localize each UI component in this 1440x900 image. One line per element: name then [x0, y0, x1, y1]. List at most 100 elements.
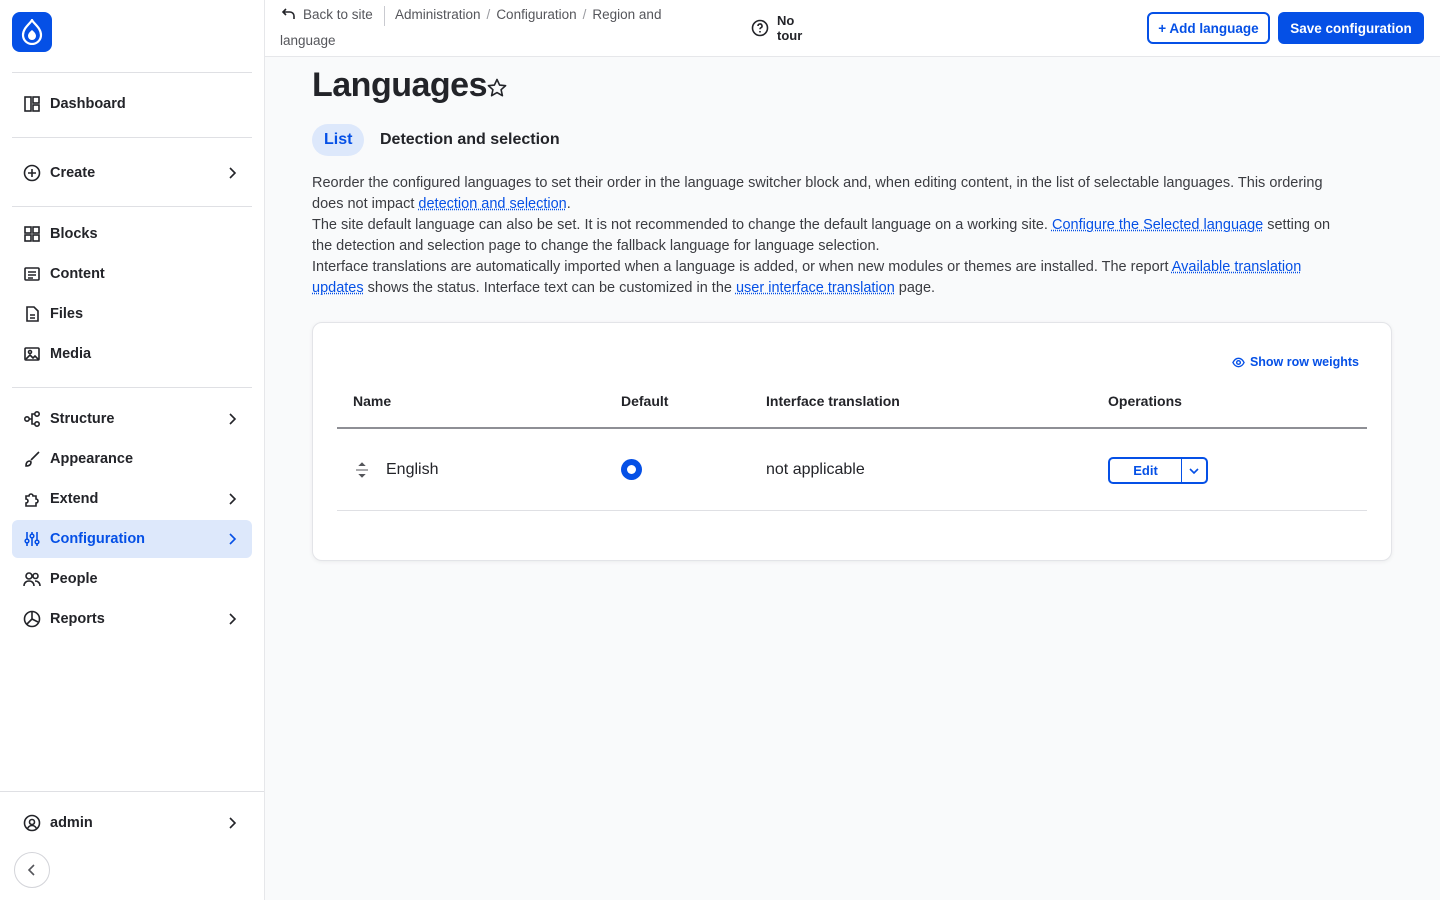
column-header-default: Default — [621, 393, 669, 409]
interface-translation-cell: not applicable — [766, 461, 865, 478]
language-name-cell: English — [386, 461, 439, 478]
sidebar-item-label: Configuration — [50, 531, 146, 547]
sidebar-item-people[interactable]: People — [12, 560, 252, 598]
tour-button[interactable]: No tour — [751, 13, 802, 43]
description-text: The site default language can also be se… — [312, 217, 1052, 233]
help-circle-icon — [751, 19, 769, 37]
configure-selected-language-link[interactable]: Configure the Selected language — [1052, 217, 1263, 233]
breadcrumb: Administration / Configuration / Region … — [395, 7, 661, 22]
sidebar-divider — [0, 791, 264, 792]
eye-icon — [1232, 357, 1245, 367]
chevron-right-icon — [229, 167, 237, 179]
sidebar-item-label: Extend — [50, 491, 99, 507]
description-text: page. — [894, 280, 936, 296]
puzzle-icon — [22, 489, 42, 509]
sidebar-item-content[interactable]: Content — [12, 255, 252, 293]
sidebar-divider — [12, 72, 252, 73]
sidebar-item-extend[interactable]: Extend — [12, 480, 252, 518]
show-row-weights-button[interactable]: Show row weights — [1232, 355, 1359, 369]
sidebar-item-reports[interactable]: Reports — [12, 600, 252, 638]
sidebar-item-blocks[interactable]: Blocks — [12, 215, 252, 253]
tour-label: No tour — [777, 13, 802, 43]
description-text: shows the status. Interface text can be … — [363, 280, 736, 296]
detection-and-selection-link[interactable]: detection and selection — [418, 196, 566, 212]
sidebar-item-label: Media — [50, 346, 92, 362]
blocks-icon — [22, 224, 42, 244]
user-interface-translation-link[interactable]: user interface translation — [736, 280, 895, 296]
tour-label-line2: tour — [777, 28, 803, 43]
dashboard-icon — [22, 94, 42, 114]
breadcrumb-item-region-and-language-wrap[interactable]: language — [280, 33, 336, 48]
add-language-button[interactable]: + Add language — [1147, 12, 1270, 44]
sidebar: Dashboard Create Blocks Content Files Me… — [0, 0, 265, 900]
sliders-icon — [22, 529, 42, 549]
sidebar-item-configuration[interactable]: Configuration — [12, 520, 252, 558]
table-header-divider — [337, 427, 1367, 429]
column-header-interface-translation: Interface translation — [766, 393, 900, 409]
edit-button[interactable]: Edit — [1110, 459, 1182, 482]
user-circle-icon — [22, 813, 42, 833]
tab-list[interactable]: List — [312, 124, 365, 156]
content-icon — [22, 264, 42, 284]
sidebar-item-files[interactable]: Files — [12, 295, 252, 333]
sidebar-user-admin[interactable]: admin — [12, 804, 252, 842]
back-arrow-icon — [281, 8, 295, 19]
operations-toggle-button[interactable] — [1182, 459, 1206, 482]
sidebar-item-label: Content — [50, 266, 105, 282]
sidebar-user-label: admin — [50, 815, 93, 831]
sidebar-item-appearance[interactable]: Appearance — [12, 440, 252, 478]
chevron-right-icon — [229, 493, 237, 505]
description-text: Interface translations are automatically… — [312, 259, 1172, 275]
sidebar-collapse-button[interactable] — [14, 852, 50, 888]
page-title: Languages — [312, 66, 487, 104]
breadcrumb-divider — [384, 6, 385, 26]
pie-chart-icon — [22, 609, 42, 629]
sidebar-item-label: Reports — [50, 611, 105, 627]
file-icon — [22, 304, 42, 324]
breadcrumb-item-administration[interactable]: Administration — [395, 7, 481, 22]
save-configuration-button[interactable]: Save configuration — [1278, 12, 1424, 44]
chevron-right-icon — [229, 413, 237, 425]
page-description: Reorder the configured languages to set … — [312, 173, 1342, 299]
sidebar-item-structure[interactable]: Structure — [12, 400, 252, 438]
sidebar-item-media[interactable]: Media — [12, 335, 252, 373]
drupal-logo[interactable] — [12, 12, 52, 52]
media-icon — [22, 344, 42, 364]
sidebar-item-create[interactable]: Create — [12, 154, 252, 192]
back-to-site-link[interactable]: Back to site — [281, 6, 373, 22]
back-to-site-label: Back to site — [303, 6, 373, 22]
sidebar-divider — [12, 387, 252, 388]
chevron-down-icon — [1189, 467, 1199, 474]
top-bar: Back to site Administration / Configurat… — [265, 0, 1440, 57]
breadcrumb-item-region-and-language[interactable]: Region and — [592, 7, 661, 22]
people-icon — [22, 569, 42, 589]
chevron-right-icon — [229, 533, 237, 545]
tab-detection-and-selection[interactable]: Detection and selection — [368, 124, 572, 156]
chevron-left-icon — [27, 864, 35, 876]
table-row-divider — [337, 510, 1367, 511]
star-icon[interactable] — [486, 77, 508, 99]
chevron-right-icon — [229, 817, 237, 829]
default-language-radio[interactable] — [621, 459, 642, 480]
languages-table-card: Show row weights Name Default Interface … — [312, 322, 1392, 561]
breadcrumb-item-configuration[interactable]: Configuration — [496, 7, 576, 22]
sidebar-item-label: People — [50, 571, 98, 587]
sidebar-item-label: Blocks — [50, 226, 98, 242]
operations-dropbutton: Edit — [1108, 457, 1208, 484]
structure-icon — [22, 409, 42, 429]
column-header-name: Name — [353, 393, 392, 409]
drag-handle-icon[interactable] — [353, 461, 371, 479]
column-header-operations: Operations — [1108, 393, 1182, 409]
drupal-drop-icon — [21, 19, 43, 45]
brush-icon — [22, 449, 42, 469]
sidebar-item-label: Structure — [50, 411, 115, 427]
description-text: . — [566, 196, 571, 212]
sidebar-divider — [12, 206, 252, 207]
sidebar-item-label: Create — [50, 165, 96, 181]
sidebar-item-label: Files — [50, 306, 84, 322]
sidebar-divider — [12, 137, 252, 138]
sidebar-item-dashboard[interactable]: Dashboard — [12, 85, 252, 123]
sidebar-item-label: Dashboard — [50, 96, 126, 112]
breadcrumb-separator: / — [486, 7, 491, 22]
show-row-weights-label: Show row weights — [1249, 355, 1359, 369]
